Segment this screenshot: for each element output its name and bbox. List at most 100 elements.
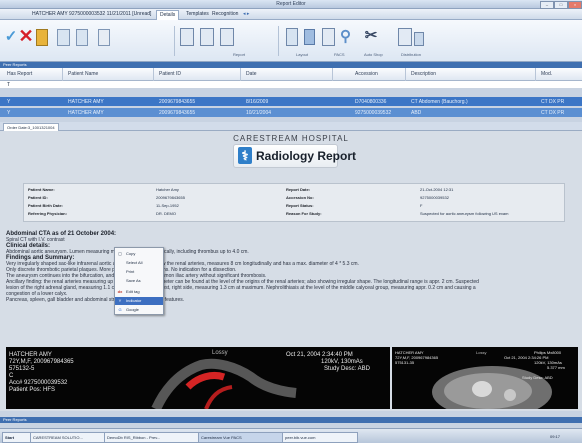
field-value: 11-Sep-1952 <box>156 203 179 208</box>
overlay-dimension: 5.377 mm <box>547 365 565 370</box>
ct-image-axial[interactable]: HATCHER AMY 72Y,M,F, 200967984365 575131… <box>392 347 578 409</box>
menu-item-save-as[interactable]: Save As <box>115 277 163 285</box>
col-patient-id[interactable]: Patient ID <box>159 71 181 77</box>
cell-has-report: Y <box>7 110 11 116</box>
col-accession[interactable]: Accession <box>355 71 378 77</box>
export-icon[interactable] <box>220 28 234 46</box>
menu-item-copy[interactable]: ▢ Copy <box>115 250 163 258</box>
col-has-report[interactable]: Has Report <box>7 71 32 77</box>
start-button[interactable]: Start <box>2 432 32 443</box>
cell-patient-name: HATCHER AMY <box>68 110 104 116</box>
worklist-filter-row[interactable]: T <box>0 81 582 89</box>
copy-icon: ▢ <box>118 251 122 256</box>
column-divider[interactable] <box>153 68 154 81</box>
context-menu: ▢ Copy Select All Print Save As dx Edit ta… <box>114 247 164 315</box>
tab-recognition[interactable]: Recognition <box>212 11 238 17</box>
overlay-date: Oct 21, 2004 2:34:40 PM <box>286 352 353 358</box>
cell-patient-name: HATCHER AMY <box>68 99 104 105</box>
ribbon-group-auto-shop: Auto Shop <box>364 52 383 57</box>
folder-icon[interactable] <box>36 29 48 46</box>
pacs-open-icon[interactable] <box>322 28 335 46</box>
field-value: 21-Oct-2004 12:31 <box>420 187 454 192</box>
overlay-patient-id: 575132-5 <box>9 366 35 372</box>
field-value: Suspected for aortic aneurysm following … <box>420 211 509 216</box>
col-modality[interactable]: Mod. <box>541 71 552 77</box>
cell-date: 8/16/2009 <box>246 99 269 105</box>
overlay-study: Study Desc: ABD <box>324 366 371 372</box>
column-divider[interactable] <box>405 68 406 81</box>
sign-check-icon[interactable]: ✓ <box>5 25 18 47</box>
report-body[interactable]: Abdominal CTA as of 21 October 2004: Spi… <box>6 231 576 303</box>
taskbar-item[interactable]: Carestream Vue PACS <box>198 432 284 443</box>
caduceus-icon: ⚕ <box>238 147 252 164</box>
table-row[interactable]: Y HATCHER AMY 2009679843655 10/21/2004 9… <box>0 108 582 117</box>
distribution-list-icon[interactable] <box>414 32 424 46</box>
field-label: Referring Physician: <box>28 211 67 216</box>
auto-shop-icon[interactable]: ✂ <box>364 26 378 44</box>
bottom-panel-bar[interactable]: Peer Reports <box>0 417 582 423</box>
filter-value[interactable]: T <box>7 82 10 88</box>
overlay-study: Study Desc: ABD <box>522 375 553 380</box>
ribbon-group-report: Report <box>233 52 246 57</box>
tab-arrows-icon[interactable]: ◂ ▸ <box>243 11 249 17</box>
columns-icon[interactable] <box>304 29 315 45</box>
clock: 09:17 <box>550 434 561 439</box>
report-title: Radiology Report <box>256 149 357 163</box>
pacs-link-icon[interactable]: ⚲ <box>340 28 351 45</box>
table-row[interactable]: Y HATCHER AMY 2009679843655 8/16/2009 D7… <box>0 97 582 106</box>
ribbon-separator <box>278 26 279 56</box>
field-value: Hatcher Amy <box>156 187 179 192</box>
tab-templates[interactable]: Templates <box>186 11 209 17</box>
maximize-button[interactable]: □ <box>554 1 568 9</box>
overlay-c: C <box>9 373 14 379</box>
ribbon-separator <box>174 26 175 56</box>
overlay-kv: 120kV, 130mAs <box>321 359 363 365</box>
menu-item-indicator[interactable]: Y Indicator <box>115 297 163 305</box>
column-divider[interactable] <box>240 68 241 81</box>
column-divider[interactable] <box>332 68 333 81</box>
taskbar-item[interactable]: peer.bib.vue.com <box>282 432 358 443</box>
col-description[interactable]: Description <box>411 71 436 77</box>
menu-item-google[interactable]: G Google <box>115 306 163 314</box>
copy-icon[interactable] <box>76 29 88 46</box>
google-icon: G <box>118 307 122 312</box>
col-patient-name[interactable]: Patient Name <box>68 71 98 77</box>
cell-description: ABD <box>411 110 422 116</box>
cell-accession: 9275000039532 <box>355 110 392 116</box>
column-divider[interactable] <box>62 68 63 81</box>
patient-context-label: HATCHER AMY 9275000003532 11/21/2011 [Un… <box>32 11 152 17</box>
cell-date: 10/21/2004 <box>246 110 272 116</box>
field-label: Patient Birth Date: <box>28 203 63 208</box>
column-divider[interactable] <box>535 68 536 81</box>
field-label: Report Status: <box>286 203 314 208</box>
minimize-button[interactable]: – <box>540 1 554 9</box>
hospital-name: CARESTREAM HOSPITAL <box>233 134 349 143</box>
ct-image-3d[interactable]: HATCHER AMY 72Y,M,F, 200967984365 575132… <box>6 347 390 409</box>
close-button[interactable]: × <box>568 1 582 9</box>
col-date[interactable]: Date <box>246 71 257 77</box>
layout-icon[interactable] <box>286 28 298 46</box>
overlay-patient-name: HATCHER AMY <box>9 352 52 358</box>
report-form-icon[interactable] <box>200 28 214 46</box>
ribbon-group-layout: Layout <box>296 52 309 57</box>
print-icon[interactable] <box>180 28 194 46</box>
distribution-icon[interactable] <box>398 28 412 46</box>
preview-icon[interactable] <box>98 29 110 46</box>
window-title: Report Editor <box>276 1 306 7</box>
document-icon[interactable] <box>57 29 70 46</box>
radiology-report-banner: ⚕ Radiology Report <box>233 144 356 168</box>
menu-item-print[interactable]: Print <box>115 268 163 276</box>
tab-details[interactable]: Details <box>156 10 180 20</box>
report-line: Pancreas, spleen, gall bladder and abdom… <box>6 297 185 303</box>
menu-item-select-all[interactable]: Select All <box>115 259 163 267</box>
cell-has-report: Y <box>7 99 11 105</box>
menu-item-edit-tag[interactable]: dx Edit tag <box>115 288 163 296</box>
ribbon-group-distribution: Distribution <box>401 52 422 57</box>
delete-x-icon[interactable]: ✕ <box>18 25 33 47</box>
overlay-patient-dob: 72Y,M,F, 200967984365 <box>9 359 74 365</box>
bottom-panel-title: Peer Reports <box>3 417 27 422</box>
cell-description: CT Abdomen (Bauchorg.) <box>411 99 468 105</box>
cell-accession: D7040800336 <box>355 99 387 105</box>
taskbar-item[interactable]: CARESTREAM SOLUTIO... <box>30 432 106 443</box>
taskbar-item[interactable]: DemoDb RIS_Ribbon - Prev... <box>104 432 200 443</box>
